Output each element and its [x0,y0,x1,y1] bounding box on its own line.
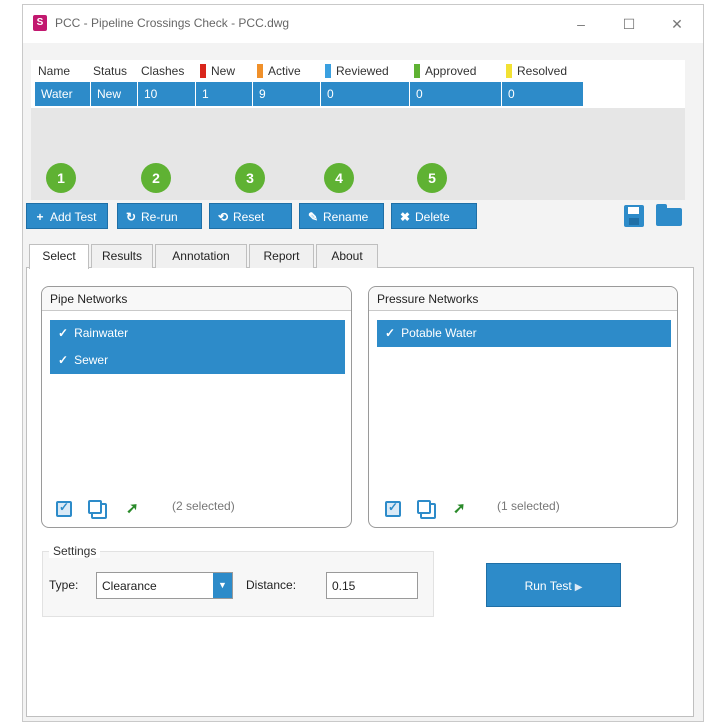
reviewed-color-swatch [325,63,331,78]
delete-label: Delete [415,210,450,224]
callout-badge: 4 [324,163,354,193]
cell-clashes: 10 [138,82,196,106]
minimize-button[interactable]: – [561,13,601,35]
tab-results[interactable]: Results [91,244,153,268]
maximize-button[interactable]: ☐ [609,13,649,35]
close-button[interactable]: ✕ [657,13,697,35]
check-icon: ✓ [58,326,69,340]
column-header-resolved[interactable]: Resolved [506,60,567,82]
rename-button[interactable]: ✎ Rename [299,203,384,229]
rerun-label: Re-run [141,210,178,224]
cell-active: 9 [253,82,321,106]
active-color-swatch [257,63,263,78]
callout-badge: 1 [46,163,76,193]
cell-approved: 0 [410,82,502,106]
rerun-button[interactable]: ↻ Re-run [117,203,202,229]
settings-title: Settings [49,544,101,558]
cell-name: Water [35,82,91,106]
column-header-approved[interactable]: Approved [414,60,476,82]
run-test-label: Run Test [524,579,572,593]
folder-icon[interactable] [656,204,682,226]
approved-color-swatch [414,63,420,78]
select-all-icon[interactable] [56,500,72,517]
reset-label: Reset [233,210,265,224]
column-header-status[interactable]: Status [93,60,127,82]
list-item[interactable]: ✓ Sewer [50,347,345,374]
pick-icon[interactable]: ➚ [453,501,469,517]
type-label: Type: [49,578,79,592]
callout-badge: 3 [235,163,265,193]
column-header-new[interactable]: New [200,60,235,82]
column-header-approved-label: Approved [425,64,477,78]
delete-button[interactable]: ✖ Delete [391,203,477,229]
check-icon: ✓ [385,326,396,340]
grid-header: Name Status Clashes New Active Reviewed … [31,60,685,82]
list-item[interactable]: ✓ Potable Water [377,320,671,347]
new-color-swatch [200,63,206,78]
column-header-active-label: Active [268,64,301,78]
title-bar: S PCC - Pipeline Crossings Check - PCC.d… [23,5,703,43]
cell-reviewed: 0 [321,82,410,106]
column-header-name[interactable]: Name [38,60,70,82]
callout-badge: 2 [141,163,171,193]
pressure-networks-group: Pressure Networks ✓ Potable Water ➚ (1 se… [368,286,678,528]
pick-icon[interactable]: ➚ [126,501,142,517]
tab-about[interactable]: About [316,244,378,268]
rename-icon: ✎ [307,210,319,224]
cell-resolved: 0 [502,82,584,106]
type-select[interactable]: Clearance ▼ [96,572,233,599]
list-item-label: Potable Water [401,326,477,340]
plus-icon: + [36,210,44,224]
tab-select[interactable]: Select [29,244,89,269]
selected-count: (1 selected) [497,499,560,513]
cell-status: New [91,82,138,106]
tests-grid: Name Status Clashes New Active Reviewed … [31,60,685,200]
save-icon[interactable] [624,205,644,227]
app-icon: S [33,15,47,31]
column-header-new-label: New [211,64,236,78]
resolved-color-swatch [506,63,512,78]
delete-icon: ✖ [399,210,411,224]
add-test-button[interactable]: + Add Test [26,203,108,229]
deselect-icon[interactable] [417,500,436,519]
rename-label: Rename [323,210,369,224]
column-header-reviewed-label: Reviewed [336,64,389,78]
play-icon: ▶ [574,582,583,593]
selected-count: (2 selected) [172,499,235,513]
callout-badge: 5 [417,163,447,193]
select-all-icon[interactable] [385,500,401,517]
column-header-resolved-label: Resolved [517,64,568,78]
list-item-label: Sewer [74,353,109,367]
list-item-label: Rainwater [74,326,129,340]
deselect-icon[interactable] [88,500,107,519]
cell-new: 1 [196,82,253,106]
run-test-button[interactable]: Run Test ▶ [486,563,621,607]
add-test-label: Add Test [50,210,97,224]
rerun-icon: ↻ [125,210,137,224]
type-select-value: Clearance [102,579,157,593]
reset-button[interactable]: ⟲ Reset [209,203,292,229]
pipe-networks-group: Pipe Networks ✓ Rainwater ✓ Sewer ➚ (2 sel… [41,286,352,528]
list-item[interactable]: ✓ Rainwater [50,320,345,347]
column-header-reviewed[interactable]: Reviewed [325,60,389,82]
distance-label: Distance: [246,578,297,592]
pipe-networks-title: Pipe Networks [42,287,351,311]
table-row[interactable]: Water New 10 1 9 0 0 0 [31,82,685,108]
distance-field[interactable]: 0.15 [326,572,418,599]
reset-icon: ⟲ [217,210,229,224]
column-header-clashes[interactable]: Clashes [141,60,184,82]
pressure-networks-title: Pressure Networks [369,287,677,311]
check-icon: ✓ [58,353,69,367]
tab-report[interactable]: Report [249,244,314,268]
chevron-down-icon[interactable]: ▼ [213,573,232,598]
tab-annotation[interactable]: Annotation [155,244,247,268]
window-title: PCC - Pipeline Crossings Check - PCC.dwg [55,16,290,30]
column-header-active[interactable]: Active [257,60,301,82]
